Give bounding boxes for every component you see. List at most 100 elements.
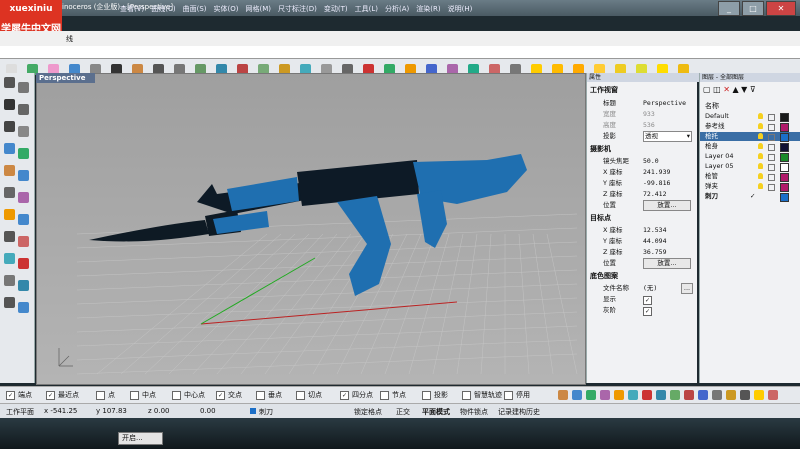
move-up-icon[interactable]: ▲ [732,85,738,94]
osnap-option[interactable]: 垂点 [256,390,282,400]
left-tool-icon[interactable] [4,275,15,286]
lightbulb-icon[interactable] [758,153,763,159]
left-tool-icon[interactable] [4,297,15,308]
lightbulb-icon[interactable] [758,173,763,179]
lightbulb-icon[interactable] [758,113,763,119]
osnap-checkbox[interactable] [462,390,471,400]
osnap-checkbox[interactable] [256,390,265,400]
left-tool-icon[interactable] [18,82,29,93]
layer-row[interactable]: 枪托 [700,132,800,142]
osnap-checkbox[interactable] [504,390,513,400]
projection-dropdown[interactable]: 透视 ▾ [643,131,692,142]
render-tool-icon[interactable] [754,390,764,400]
render-tool-icon[interactable] [642,390,652,400]
new-sublayer-icon[interactable]: ◫ [713,85,721,94]
lock-icon[interactable] [768,124,775,131]
render-tool-icon[interactable] [726,390,736,400]
menu-item-9[interactable]: 渲染(R) [416,5,440,13]
menu-item-1[interactable]: 曲线(C) [151,5,175,13]
lock-icon[interactable] [768,184,775,191]
filter-icon[interactable]: ⊽ [750,85,756,94]
render-tool-icon[interactable] [670,390,680,400]
layer-color-swatch[interactable] [780,173,789,182]
left-tool-icon[interactable] [18,192,29,203]
left-tool-icon[interactable] [18,214,29,225]
lightbulb-icon[interactable] [758,123,763,129]
lock-icon[interactable] [768,134,775,141]
planar-toggle[interactable]: 平面模式 [422,407,450,417]
lightbulb-icon[interactable] [758,183,763,189]
left-tool-icon[interactable] [18,236,29,247]
layer-color-swatch[interactable] [780,193,789,202]
new-layer-icon[interactable]: ▢ [703,85,711,94]
lock-icon[interactable] [768,174,775,181]
left-tool-icon[interactable] [18,258,29,269]
menu-item-0[interactable]: 查看(V) [120,5,144,13]
osnap-checkbox[interactable]: ✓ [216,390,225,400]
left-tool-icon[interactable] [4,187,15,198]
camera-x-value[interactable]: 241.939 [643,167,670,178]
layer-row[interactable]: Default [700,112,800,122]
camera-place-button[interactable]: 放置... [643,200,691,211]
layer-color-swatch[interactable] [780,183,789,192]
layer-color-swatch[interactable] [780,163,789,172]
delete-layer-icon[interactable]: ✕ [723,85,730,94]
menu-item-4[interactable]: 网格(M) [246,5,272,13]
lock-icon[interactable] [768,114,775,121]
osnap-option[interactable]: 切点 [296,390,322,400]
render-tool-icon[interactable] [698,390,708,400]
render-tool-icon[interactable] [740,390,750,400]
osnap-option[interactable]: 中心点 [172,390,205,400]
render-tool-icon[interactable] [712,390,722,400]
left-tool-icon[interactable] [4,143,15,154]
render-tool-icon[interactable] [628,390,638,400]
render-tool-icon[interactable] [684,390,694,400]
render-tool-icon[interactable] [768,390,778,400]
maximize-button[interactable]: □ [742,1,764,16]
layer-color-swatch[interactable] [780,123,789,132]
grid-snap-toggle[interactable]: 锁定格点 [354,407,382,417]
menu-item-7[interactable]: 工具(L) [355,5,378,13]
move-down-icon[interactable]: ▼ [741,85,747,94]
osnap-checkbox[interactable] [172,390,181,400]
layer-color-swatch[interactable] [780,143,789,152]
menu-item-3[interactable]: 实体(O) [214,5,239,13]
osnap-option[interactable]: 点 [96,390,115,400]
osnap-checkbox[interactable] [296,390,305,400]
layer-color-swatch[interactable] [780,153,789,162]
osnap-toggle[interactable]: 物件锁点 [460,407,488,417]
menu-item-6[interactable]: 变动(T) [324,5,348,13]
lightbulb-icon[interactable] [758,143,763,149]
render-tool-icon[interactable] [656,390,666,400]
layer-row[interactable]: 参考线 [700,122,800,132]
osnap-checkbox[interactable]: ✓ [6,390,15,400]
menu-item-10[interactable]: 说明(H) [448,5,473,13]
layer-row[interactable]: 弹夹 [700,182,800,192]
render-tool-icon[interactable] [614,390,624,400]
camera-z-value[interactable]: 72.412 [643,189,666,200]
left-tool-icon[interactable] [4,77,15,88]
layer-row[interactable]: 枪管 [700,172,800,182]
menu-item-8[interactable]: 分析(A) [385,5,409,13]
render-tool-icon[interactable] [586,390,596,400]
osnap-checkbox[interactable] [130,390,139,400]
osnap-option[interactable]: 停用 [504,390,530,400]
show-checkbox[interactable]: ✓ [643,296,652,305]
lightbulb-icon[interactable] [758,133,763,139]
command-input[interactable] [0,46,800,59]
left-tool-icon[interactable] [4,121,15,132]
osnap-option[interactable]: ✓ 端点 [6,390,32,400]
left-tool-icon[interactable] [18,280,29,291]
left-tool-icon[interactable] [4,165,15,176]
render-tool-icon[interactable] [558,390,568,400]
current-layer[interactable]: 刺刀 [250,407,273,417]
layer-row[interactable]: Layer 04 [700,152,800,162]
layer-color-swatch[interactable] [780,113,789,122]
left-tool-icon[interactable] [18,302,29,313]
target-place-button[interactable]: 放置... [643,258,691,269]
menu-item-2[interactable]: 曲面(S) [183,5,207,13]
osnap-option[interactable]: ✓ 交点 [216,390,242,400]
osnap-option[interactable]: ✓ 最近点 [46,390,79,400]
close-button[interactable]: ✕ [766,1,796,16]
left-tool-icon[interactable] [18,170,29,181]
